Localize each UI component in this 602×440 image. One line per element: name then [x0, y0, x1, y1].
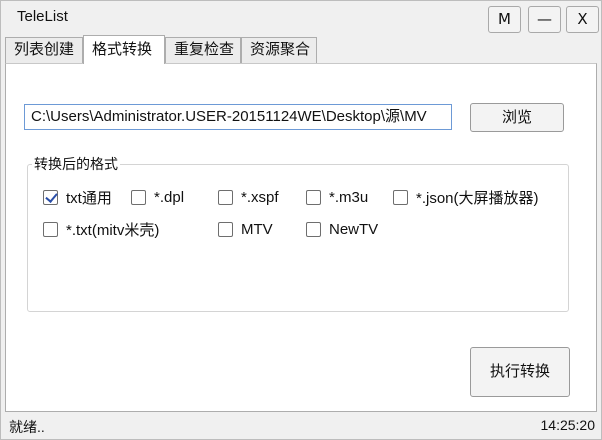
execute-convert-button[interactable]: 执行转换 — [470, 347, 570, 397]
checkbox-unchecked-icon[interactable] — [306, 189, 321, 205]
source-path-input[interactable]: C:\Users\Administrator.USER-20151124WE\D… — [24, 104, 452, 130]
checkbox-newtv[interactable]: NewTV — [306, 219, 378, 239]
checkbox-label: MTV — [241, 220, 273, 238]
checkbox-dpl[interactable]: *.dpl — [131, 187, 184, 207]
checkbox-unchecked-icon[interactable] — [218, 221, 233, 237]
checkbox-label: *.dpl — [154, 188, 185, 206]
status-text: 就绪.. — [9, 419, 45, 435]
app-window: TeleList M — X 列表创建 格式转换 重复检查 资源聚合 C:\Us… — [0, 0, 602, 440]
tab-duplicate-check[interactable]: 重复检查 — [165, 37, 241, 63]
format-convert-panel: C:\Users\Administrator.USER-20151124WE\D… — [5, 63, 597, 412]
checkbox-label: *.txt(mitv米壳) — [66, 221, 160, 239]
m-button[interactable]: M — [488, 6, 521, 33]
checkbox-checked-icon[interactable] — [43, 189, 58, 205]
checkbox-xspf[interactable]: *.xspf — [218, 187, 279, 207]
title-bar: TeleList M — X — [1, 1, 601, 37]
checkbox-unchecked-icon[interactable] — [306, 221, 321, 237]
minimize-button[interactable]: — — [528, 6, 561, 33]
checkbox-label: *.m3u — [329, 188, 369, 206]
status-bar: 就绪.. 14:25:20 — [1, 413, 601, 439]
checkbox-unchecked-icon[interactable] — [131, 189, 146, 205]
checkbox-json[interactable]: *.json(大屏播放器) — [393, 187, 539, 207]
browse-button[interactable]: 浏览 — [470, 103, 564, 132]
checkbox-label: *.json(大屏播放器) — [416, 189, 539, 207]
checkbox-label: txt通用 — [66, 189, 112, 207]
tab-format-convert[interactable]: 格式转换 — [83, 35, 165, 64]
checkbox-label: *.xspf — [241, 188, 279, 206]
tab-resource-aggregate[interactable]: 资源聚合 — [241, 37, 317, 63]
checkbox-label: NewTV — [329, 220, 379, 238]
close-button[interactable]: X — [566, 6, 599, 33]
checkbox-m3u[interactable]: *.m3u — [306, 187, 368, 207]
checkbox-unchecked-icon[interactable] — [43, 221, 58, 237]
checkbox-txt-mitv[interactable]: *.txt(mitv米壳) — [43, 219, 159, 239]
checkbox-txt-general[interactable]: txt通用 — [43, 187, 112, 207]
output-format-legend: 转换后的格式 — [32, 154, 120, 174]
status-time: 14:25:20 — [540, 417, 596, 433]
checkbox-unchecked-icon[interactable] — [393, 189, 408, 205]
checkbox-unchecked-icon[interactable] — [218, 189, 233, 205]
tab-list-create[interactable]: 列表创建 — [5, 37, 83, 63]
checkbox-mtv[interactable]: MTV — [218, 219, 273, 239]
window-title: TeleList — [17, 8, 68, 25]
